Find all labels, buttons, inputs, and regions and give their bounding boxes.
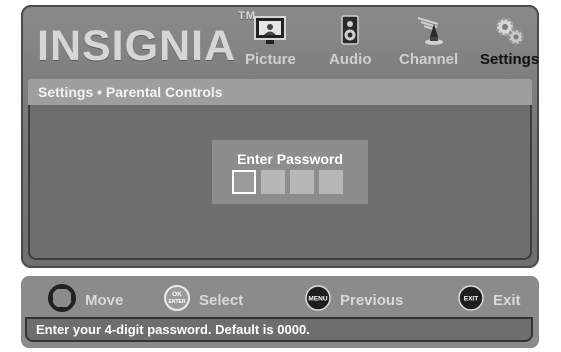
directional-pad-icon: [47, 284, 77, 316]
tab-settings-label: Settings: [480, 51, 540, 68]
svg-text:MENU: MENU: [308, 296, 327, 303]
password-digit-3[interactable]: [290, 170, 314, 194]
status-message: Enter your 4-digit password. Default is …: [25, 317, 533, 342]
breadcrumb: Settings • Parental Controls: [28, 79, 532, 105]
logo-text: INSIGNIA: [37, 22, 237, 70]
insignia-logo: INSIGNIATM: [37, 10, 256, 71]
hint-select-label: Select: [199, 291, 244, 309]
hint-move-label: Move: [85, 291, 124, 309]
tab-settings[interactable]: Settings: [480, 15, 539, 68]
hint-move: Move: [47, 284, 123, 316]
menu-window: INSIGNIATM Picture Audio Channel Setting…: [21, 5, 539, 268]
exit-button-icon: EXIT: [457, 284, 485, 316]
password-dialog: Enter Password: [212, 140, 368, 204]
hint-previous: MENU Previous: [304, 284, 403, 316]
hint-exit-label: Exit: [493, 291, 521, 309]
password-digit-4[interactable]: [319, 170, 343, 194]
speaker-icon: [333, 15, 367, 47]
tab-channel-label: Channel: [399, 51, 459, 68]
svg-text:OK: OK: [172, 291, 182, 298]
menu-button-icon: MENU: [304, 284, 332, 316]
tab-channel[interactable]: Channel: [399, 15, 458, 68]
password-label: Enter Password: [237, 151, 343, 167]
tab-picture[interactable]: Picture: [245, 15, 296, 68]
menu-header: INSIGNIATM Picture Audio Channel Setting…: [23, 7, 539, 79]
password-digit-2[interactable]: [261, 170, 285, 194]
tab-audio-label: Audio: [329, 51, 372, 68]
tab-picture-label: Picture: [245, 51, 296, 68]
antenna-icon: [412, 15, 446, 47]
hint-exit: EXIT Exit: [457, 284, 521, 316]
hint-previous-label: Previous: [340, 291, 404, 309]
svg-text:EXIT: EXIT: [464, 296, 478, 303]
gears-icon: [493, 15, 527, 47]
ok-enter-button-icon: OK ENTER: [163, 284, 191, 316]
help-bar: Move OK ENTER Select MENU Previous EXIT: [21, 276, 539, 348]
hint-select: OK ENTER Select: [163, 284, 243, 316]
svg-text:ENTER: ENTER: [169, 299, 186, 305]
tab-audio[interactable]: Audio: [329, 15, 372, 68]
picture-icon: [253, 15, 287, 47]
password-digit-1[interactable]: [232, 170, 256, 194]
parental-controls-panel: Enter Password: [28, 105, 532, 260]
